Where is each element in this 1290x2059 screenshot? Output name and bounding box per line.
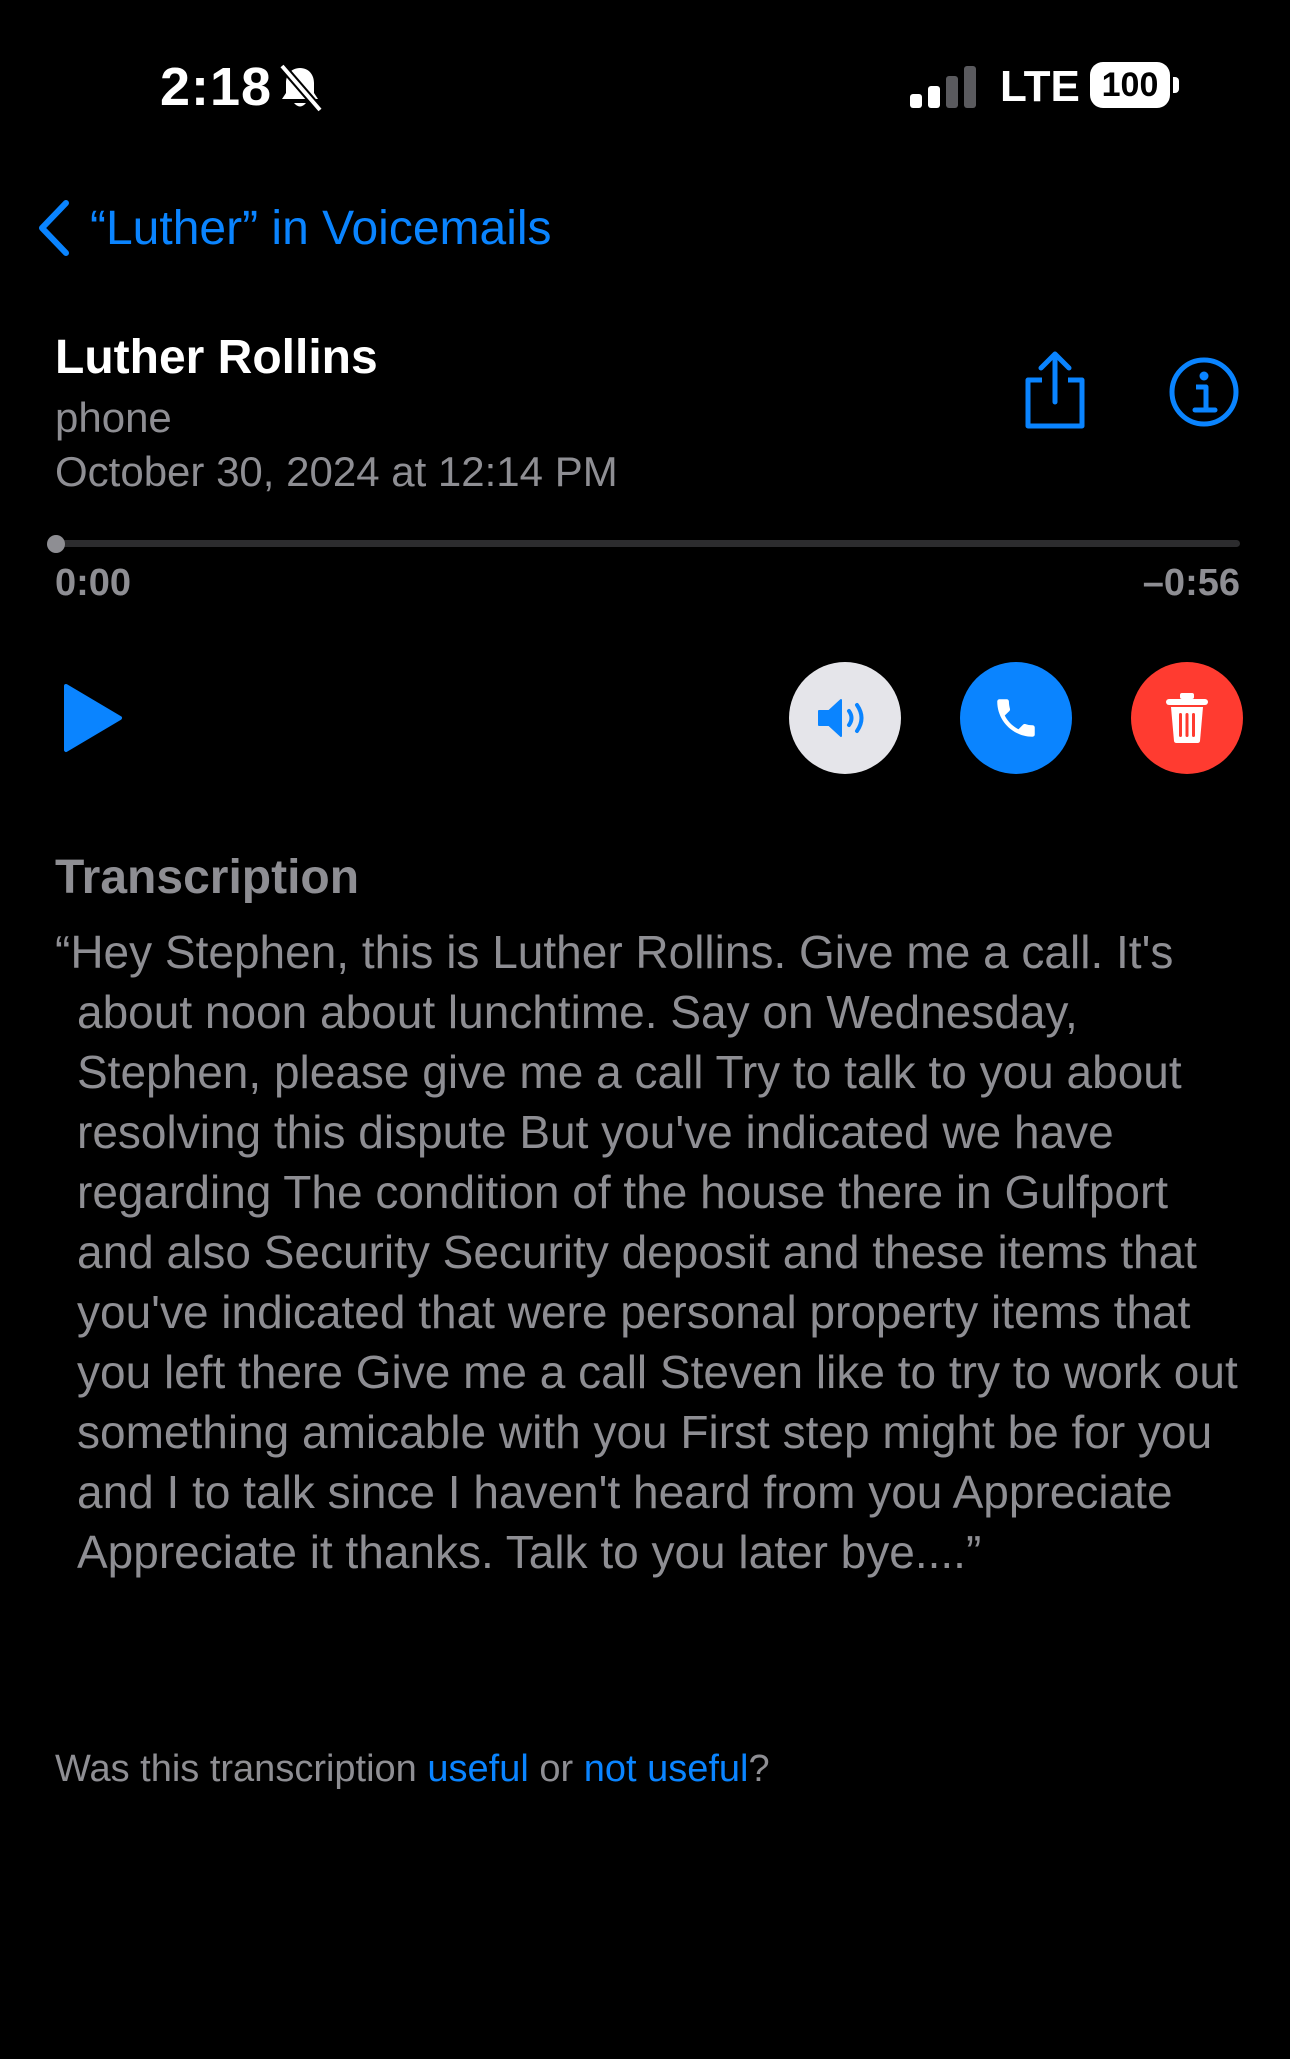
feedback-prompt: Was this transcription (55, 1748, 428, 1790)
network-type: LTE (1000, 62, 1080, 111)
info-icon[interactable] (1168, 356, 1240, 428)
call-back-button[interactable] (960, 662, 1072, 774)
cellular-signal-icon (910, 66, 976, 108)
feedback-suffix: ? (748, 1748, 770, 1790)
playback-scrubber[interactable] (55, 540, 1240, 547)
back-button[interactable]: “Luther” in Voicemails (38, 196, 552, 260)
chevron-left-icon (39, 200, 69, 256)
trash-icon (1166, 693, 1208, 743)
elapsed-time: 0:00 (55, 562, 132, 604)
scrubber-handle[interactable] (47, 535, 65, 553)
battery-icon: 100 (1090, 62, 1180, 108)
phone-label: phone (55, 394, 172, 441)
back-button-label: “Luther” in Voicemails (90, 201, 552, 255)
speaker-button[interactable] (789, 662, 901, 774)
caller-name: Luther Rollins (55, 331, 378, 384)
voicemail-date: October 30, 2024 at 12:14 PM (55, 448, 618, 495)
status-time: 2:18 (160, 57, 273, 117)
transcription-text: “Hey Stephen, this is Luther Rollins. Gi… (55, 926, 1238, 1578)
bell-slash-icon (278, 63, 324, 113)
transcription-heading: Transcription (55, 851, 360, 904)
useful-link[interactable]: useful (427, 1748, 528, 1790)
feedback-or: or (528, 1748, 584, 1790)
delete-button[interactable] (1131, 662, 1243, 774)
phone-icon (997, 699, 1035, 737)
speaker-icon (818, 699, 864, 737)
share-icon[interactable] (1020, 350, 1090, 430)
remaining-time: –0:56 (1142, 562, 1240, 604)
play-icon[interactable] (60, 682, 124, 754)
not-useful-link[interactable]: not useful (584, 1748, 749, 1790)
transcription-feedback: Was this transcription useful or not use… (55, 1748, 770, 1791)
battery-level: 100 (1090, 62, 1170, 108)
